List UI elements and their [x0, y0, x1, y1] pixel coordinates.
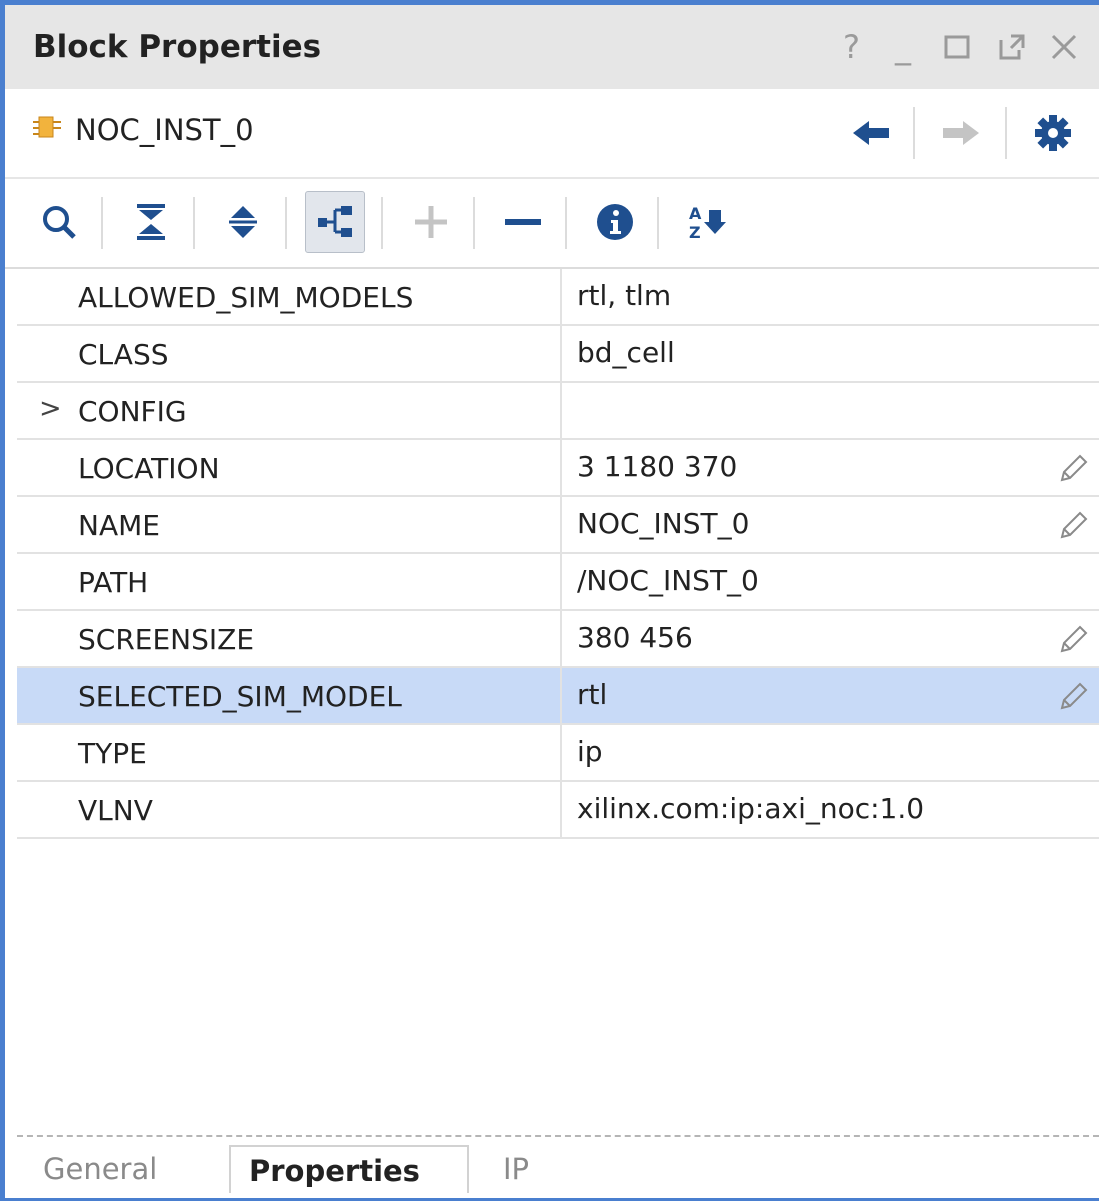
maximize-icon	[944, 35, 970, 59]
property-value[interactable]: bd_cell	[577, 336, 675, 369]
expand-all-icon	[229, 206, 257, 238]
add-icon	[415, 206, 447, 238]
table-row[interactable]: LOCATION 3 1180 370	[17, 440, 1099, 497]
pencil-icon[interactable]	[1056, 680, 1090, 714]
property-name: SCREENSIZE	[78, 623, 255, 656]
pencil-icon[interactable]	[1056, 623, 1090, 657]
remove-property-button[interactable]	[493, 191, 553, 253]
remove-icon	[505, 219, 541, 225]
sort-icon: A Z	[689, 204, 726, 242]
title-bar: Block Properties ? _	[5, 5, 1099, 89]
back-button[interactable]	[851, 117, 891, 153]
pencil-icon[interactable]	[1056, 452, 1090, 486]
header-divider	[1005, 107, 1007, 159]
column-divider	[560, 725, 562, 782]
property-value[interactable]: 3 1180 370	[577, 450, 737, 483]
toolbar-divider	[565, 197, 567, 249]
table-row[interactable]: ALLOWED_SIM_MODELS rtl, tlm	[17, 269, 1099, 326]
expand-all-button[interactable]	[213, 191, 273, 253]
tab-ip[interactable]: IP	[503, 1145, 529, 1193]
column-divider	[560, 497, 562, 554]
object-name: NOC_INST_0	[75, 113, 254, 147]
property-value[interactable]: rtl, tlm	[577, 279, 671, 312]
add-property-button[interactable]	[401, 191, 461, 253]
search-button[interactable]	[29, 191, 89, 253]
table-row[interactable]: PATH /NOC_INST_0	[17, 554, 1099, 611]
table-row[interactable]: NAME NOC_INST_0	[17, 497, 1099, 554]
column-divider	[560, 440, 562, 497]
toolbar-divider	[193, 197, 195, 249]
maximize-button[interactable]	[943, 31, 973, 71]
property-name: SELECTED_SIM_MODEL	[78, 680, 402, 713]
help-button[interactable]: ?	[843, 27, 860, 67]
property-table: ALLOWED_SIM_MODELS rtl, tlm CLASS bd_cel…	[17, 269, 1099, 839]
toolbar-divider	[657, 197, 659, 249]
arrow-right-icon	[943, 121, 979, 145]
property-name: PATH	[78, 566, 149, 599]
property-name: LOCATION	[78, 452, 220, 485]
sort-button[interactable]: A Z	[677, 191, 737, 253]
tab-properties[interactable]: Properties	[229, 1145, 469, 1193]
settings-button[interactable]	[1033, 113, 1073, 157]
close-button[interactable]	[1049, 31, 1079, 71]
property-value[interactable]: rtl	[577, 678, 607, 711]
property-value[interactable]: xilinx.com:ip:axi_noc:1.0	[577, 792, 924, 825]
property-name: VLNV	[78, 794, 153, 827]
forward-button[interactable]	[941, 117, 981, 153]
ip-block-icon	[31, 113, 65, 151]
column-divider	[560, 554, 562, 611]
table-row[interactable]: CLASS bd_cell	[17, 326, 1099, 383]
column-divider	[560, 782, 562, 839]
column-divider	[560, 383, 562, 440]
minimize-button[interactable]: _	[895, 27, 911, 67]
property-name: TYPE	[78, 737, 147, 770]
hierarchy-icon	[318, 206, 352, 237]
gear-icon	[1035, 115, 1071, 151]
toolbar-divider	[381, 197, 383, 249]
column-divider	[560, 611, 562, 668]
collapse-all-button[interactable]	[121, 191, 181, 253]
column-divider	[560, 269, 562, 326]
property-value[interactable]: ip	[577, 735, 603, 768]
property-value[interactable]: /NOC_INST_0	[577, 564, 759, 597]
table-row[interactable]: VLNV xilinx.com:ip:axi_noc:1.0	[17, 782, 1099, 839]
collapse-all-icon	[137, 204, 165, 240]
table-row[interactable]: SCREENSIZE 380 456	[17, 611, 1099, 668]
table-row-selected[interactable]: SELECTED_SIM_MODEL rtl	[17, 668, 1099, 725]
block-properties-panel: Block Properties ? _ NOC_INST_0 A Z ALLO…	[0, 0, 1099, 1201]
property-value[interactable]: 380 456	[577, 621, 693, 654]
column-divider	[560, 326, 562, 383]
table-row[interactable]: > CONFIG	[17, 383, 1099, 440]
object-header: NOC_INST_0	[5, 89, 1099, 179]
properties-toolbar: A Z	[5, 179, 1099, 269]
property-name: NAME	[78, 509, 160, 542]
tab-general[interactable]: General	[43, 1145, 157, 1193]
property-name: CONFIG	[78, 395, 187, 428]
float-window-icon	[999, 34, 1025, 60]
header-divider	[913, 107, 915, 159]
property-name: ALLOWED_SIM_MODELS	[78, 281, 414, 314]
toolbar-divider	[285, 197, 287, 249]
toolbar-divider	[473, 197, 475, 249]
table-row[interactable]: TYPE ip	[17, 725, 1099, 782]
expand-toggle[interactable]: >	[39, 393, 62, 424]
toolbar-divider	[101, 197, 103, 249]
property-name: CLASS	[78, 338, 169, 371]
hierarchy-view-button[interactable]	[305, 191, 365, 253]
sort-top-letter: A	[689, 204, 702, 223]
property-value[interactable]: NOC_INST_0	[577, 507, 749, 540]
pencil-icon[interactable]	[1056, 509, 1090, 543]
sort-bottom-letter: Z	[689, 223, 701, 242]
panel-title: Block Properties	[33, 29, 322, 65]
tab-strip-divider	[17, 1135, 1099, 1137]
float-button[interactable]	[997, 31, 1027, 71]
arrow-left-icon	[853, 121, 889, 145]
search-icon	[43, 206, 76, 239]
close-icon	[1051, 34, 1077, 60]
column-divider	[560, 668, 562, 725]
info-button[interactable]	[585, 191, 645, 253]
info-icon	[597, 204, 633, 240]
